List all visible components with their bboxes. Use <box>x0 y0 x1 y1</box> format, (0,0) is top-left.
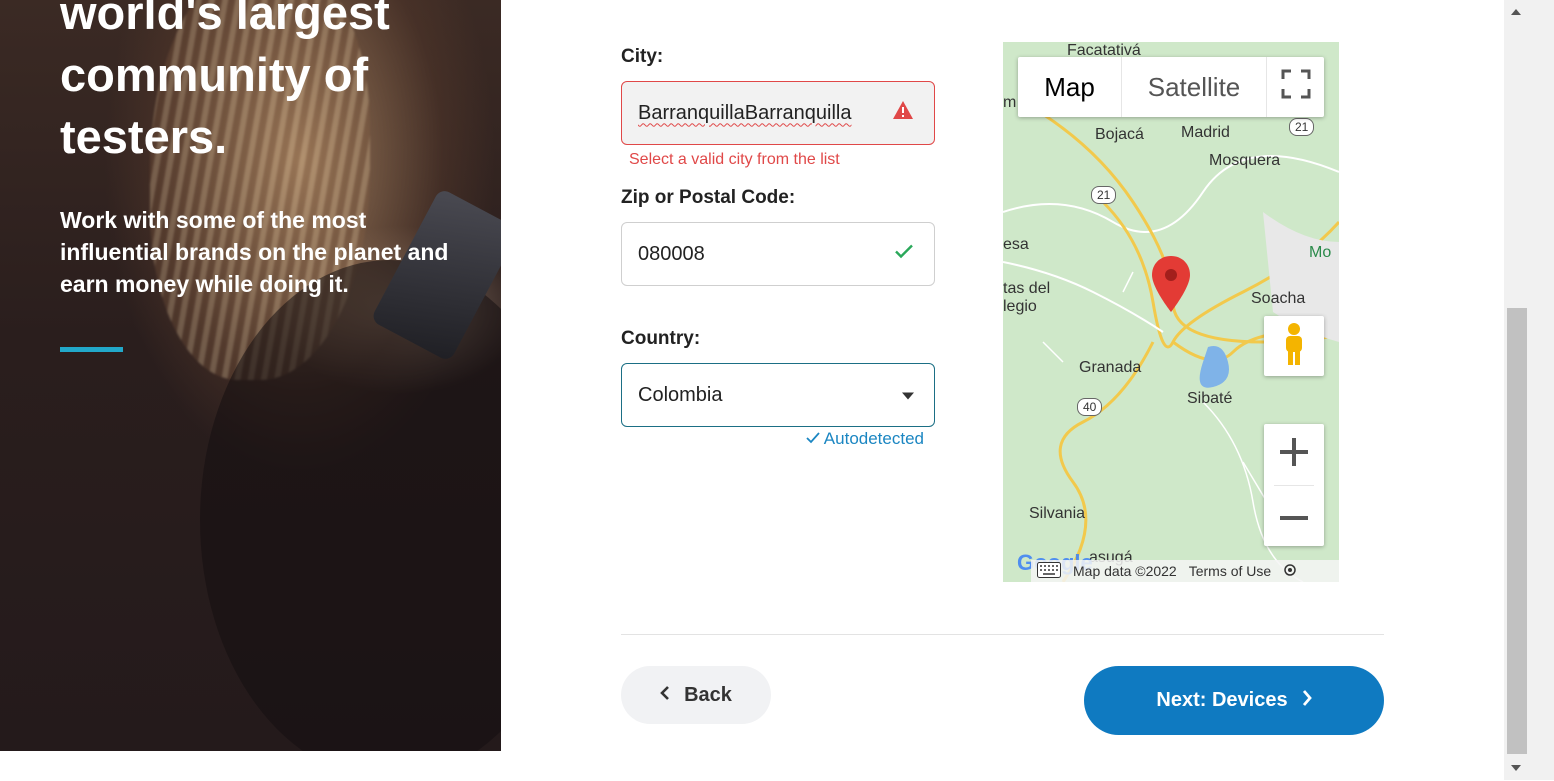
route-shield-21-a: 21 <box>1091 186 1117 204</box>
map-place-bojaca: Bojacá <box>1095 126 1144 143</box>
back-button[interactable]: Back <box>621 666 771 724</box>
hero-accent-bar <box>60 347 123 352</box>
country-select[interactable]: Colombia <box>621 363 935 427</box>
city-input-value: BarranquillaBarranquilla <box>638 101 852 124</box>
report-bug-icon[interactable] <box>1277 563 1303 580</box>
zoom-control <box>1264 424 1324 546</box>
next-devices-button[interactable]: Next: Devices <box>1084 666 1384 735</box>
keyboard-icon[interactable] <box>1031 561 1067 581</box>
map-type-satellite-button[interactable]: Satellite <box>1121 57 1266 117</box>
minus-icon <box>1280 508 1308 526</box>
form-divider <box>621 634 1384 635</box>
map-place-silvania: Silvania <box>1029 505 1086 522</box>
scrollbar-thumb[interactable] <box>1507 308 1527 754</box>
zoom-in-button[interactable] <box>1264 424 1324 485</box>
map-place-soacha: Soacha <box>1251 290 1306 307</box>
zip-label: Zip or Postal Code: <box>621 187 796 208</box>
map-place-madrid: Madrid <box>1181 124 1230 141</box>
map-place-m: m <box>1003 94 1017 111</box>
map-footer: Map data ©2022 Terms of Use <box>1031 560 1339 582</box>
city-input[interactable]: BarranquillaBarranquilla <box>621 81 935 145</box>
map-type-map-button[interactable]: Map <box>1018 57 1121 117</box>
street-view-button[interactable] <box>1264 316 1324 376</box>
chevron-left-icon <box>660 684 670 707</box>
map-place-tas-del: tas del <box>1003 280 1051 297</box>
fullscreen-icon <box>1281 69 1311 106</box>
map[interactable]: Facatativá Bojacá Madrid Mosquera esa ta… <box>1003 42 1339 582</box>
city-label: City: <box>621 46 664 67</box>
scroll-up-arrow-icon[interactable] <box>1508 4 1524 20</box>
hero-subtitle: Work with some of the most influential b… <box>60 207 449 297</box>
map-place-mosquera: Mosquera <box>1209 152 1281 169</box>
map-place-legio: legio <box>1003 298 1037 315</box>
route-shield-21-b: 21 <box>1289 118 1315 136</box>
hero-panel: world's largest community of testers. Wo… <box>0 0 501 751</box>
plus-icon <box>1280 438 1308 471</box>
next-button-label: Next: Devices <box>1156 689 1288 711</box>
checkmark-icon <box>894 243 914 266</box>
autodetected-label: Autodetected <box>823 429 924 448</box>
dropdown-arrow-icon <box>902 384 914 407</box>
country-select-value: Colombia <box>638 383 723 406</box>
map-place-mo: Mo <box>1309 244 1332 261</box>
check-small-icon <box>806 429 824 448</box>
route-shield-40: 40 <box>1077 398 1103 416</box>
zip-input-value: 080008 <box>638 242 705 265</box>
back-button-label: Back <box>684 683 732 706</box>
city-error-message: Select a valid city from the list <box>629 151 840 168</box>
fullscreen-button[interactable] <box>1266 57 1324 117</box>
pegman-icon <box>1281 322 1307 371</box>
map-marker-icon[interactable] <box>1152 256 1190 317</box>
map-place-sibate: Sibaté <box>1187 390 1233 407</box>
map-data-text: Map data ©2022 <box>1073 563 1177 579</box>
map-terms-link[interactable]: Terms of Use <box>1183 563 1277 579</box>
map-place-esa: esa <box>1003 236 1029 253</box>
chevron-right-icon <box>1302 689 1312 713</box>
zip-input[interactable]: 080008 <box>621 222 935 286</box>
scroll-down-arrow-icon[interactable] <box>1508 760 1524 776</box>
autodetected-note: Autodetected <box>806 429 924 449</box>
zoom-out-button[interactable] <box>1264 486 1324 547</box>
hero-title: world's largest community of testers. <box>60 0 390 163</box>
map-place-granada: Granada <box>1079 359 1142 376</box>
map-type-control: Map Satellite <box>1018 57 1324 117</box>
country-label: Country: <box>621 328 701 349</box>
warning-icon <box>892 100 914 126</box>
